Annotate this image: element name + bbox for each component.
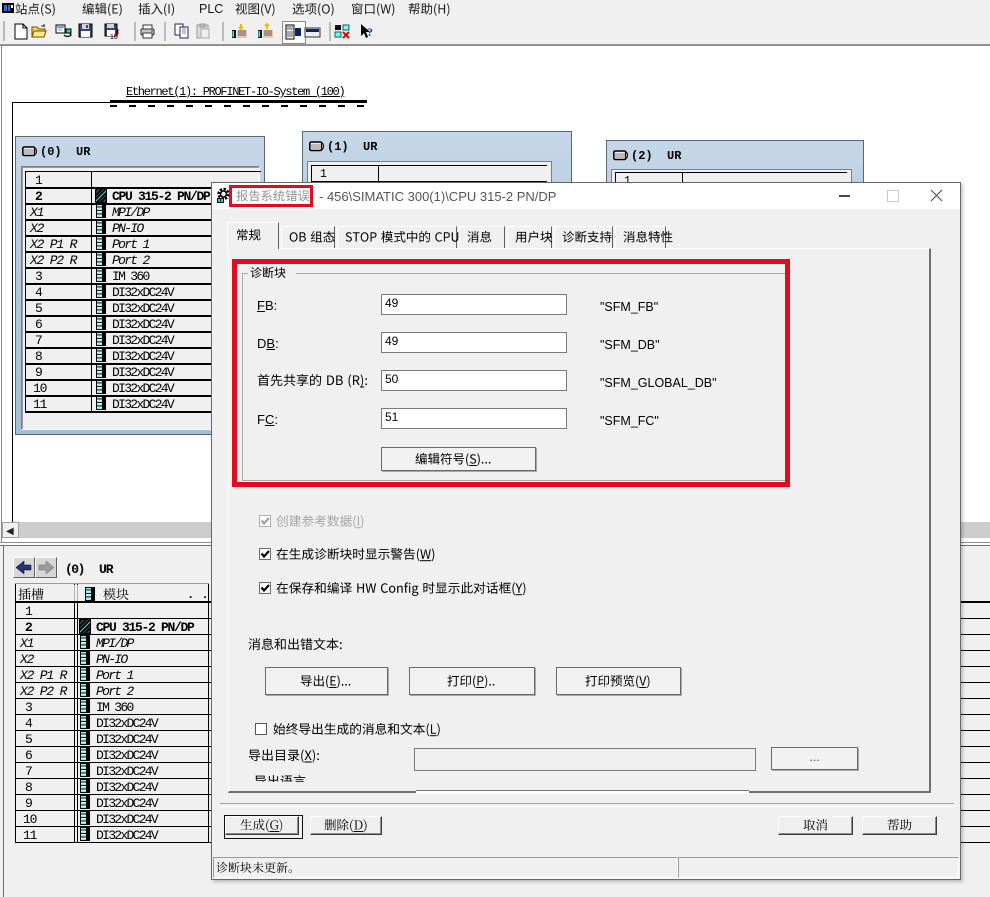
svg-text:10: 10 bbox=[110, 34, 118, 40]
svg-text:?: ? bbox=[367, 25, 373, 39]
